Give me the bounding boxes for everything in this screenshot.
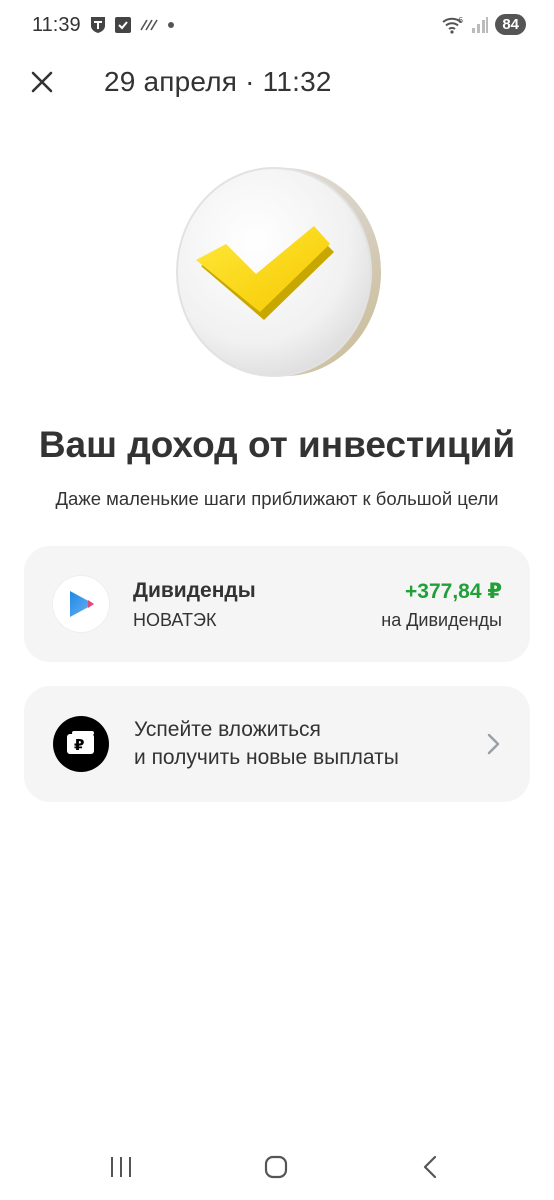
chevron-right-icon [487,733,500,755]
subline: Даже маленькие шаги приближают к большой… [55,488,499,509]
dividend-destination: на Дивиденды [381,610,502,630]
svg-text:6: 6 [458,16,463,25]
ruble-wallet-icon: ₽ [53,716,109,772]
status-notification-icons [90,16,175,34]
signal-icon [472,16,489,33]
system-nav-bar [0,1140,554,1200]
status-time: 11:39 [32,14,81,36]
header: 29 апреля · 11:32 [0,58,554,106]
company-name: НОВАТЭК [133,610,217,630]
svg-text:₽: ₽ [74,736,84,754]
status-system-icons: 6 84 [441,14,526,35]
close-button[interactable] [22,62,62,102]
recent-apps-icon[interactable] [108,1154,134,1180]
promo-text-line2: и получить новые выплаты [134,746,399,769]
header-title: 29 апреля · 11:32 [104,66,332,97]
hatched-icon [140,19,158,31]
dividends-card[interactable]: Дивиденды НОВАТЭК +377,84 ₽ на Дивиденды [24,546,530,662]
dividend-amount: +377,84 ₽ [405,580,502,603]
promo-card[interactable]: ₽ Успейте вложиться и получить новые вып… [24,686,530,802]
battery-icon: 84 [495,14,526,35]
back-icon[interactable] [420,1154,442,1180]
dot-icon [168,22,174,28]
tinkoff-t-icon [91,17,105,33]
promo-text-line1: Успейте вложиться [134,718,321,741]
status-bar: 11:39 6 84 [0,0,554,52]
wifi-6-icon: 6 [442,16,463,34]
yellow-checkmark-coin-icon [168,162,388,382]
home-icon[interactable] [263,1154,289,1180]
headline: Ваш доход от инвестиций [38,424,516,465]
dividends-title: Дивиденды [133,579,256,602]
checkbox-icon [115,17,131,33]
novatek-logo-icon [53,576,109,632]
close-icon [31,71,53,93]
